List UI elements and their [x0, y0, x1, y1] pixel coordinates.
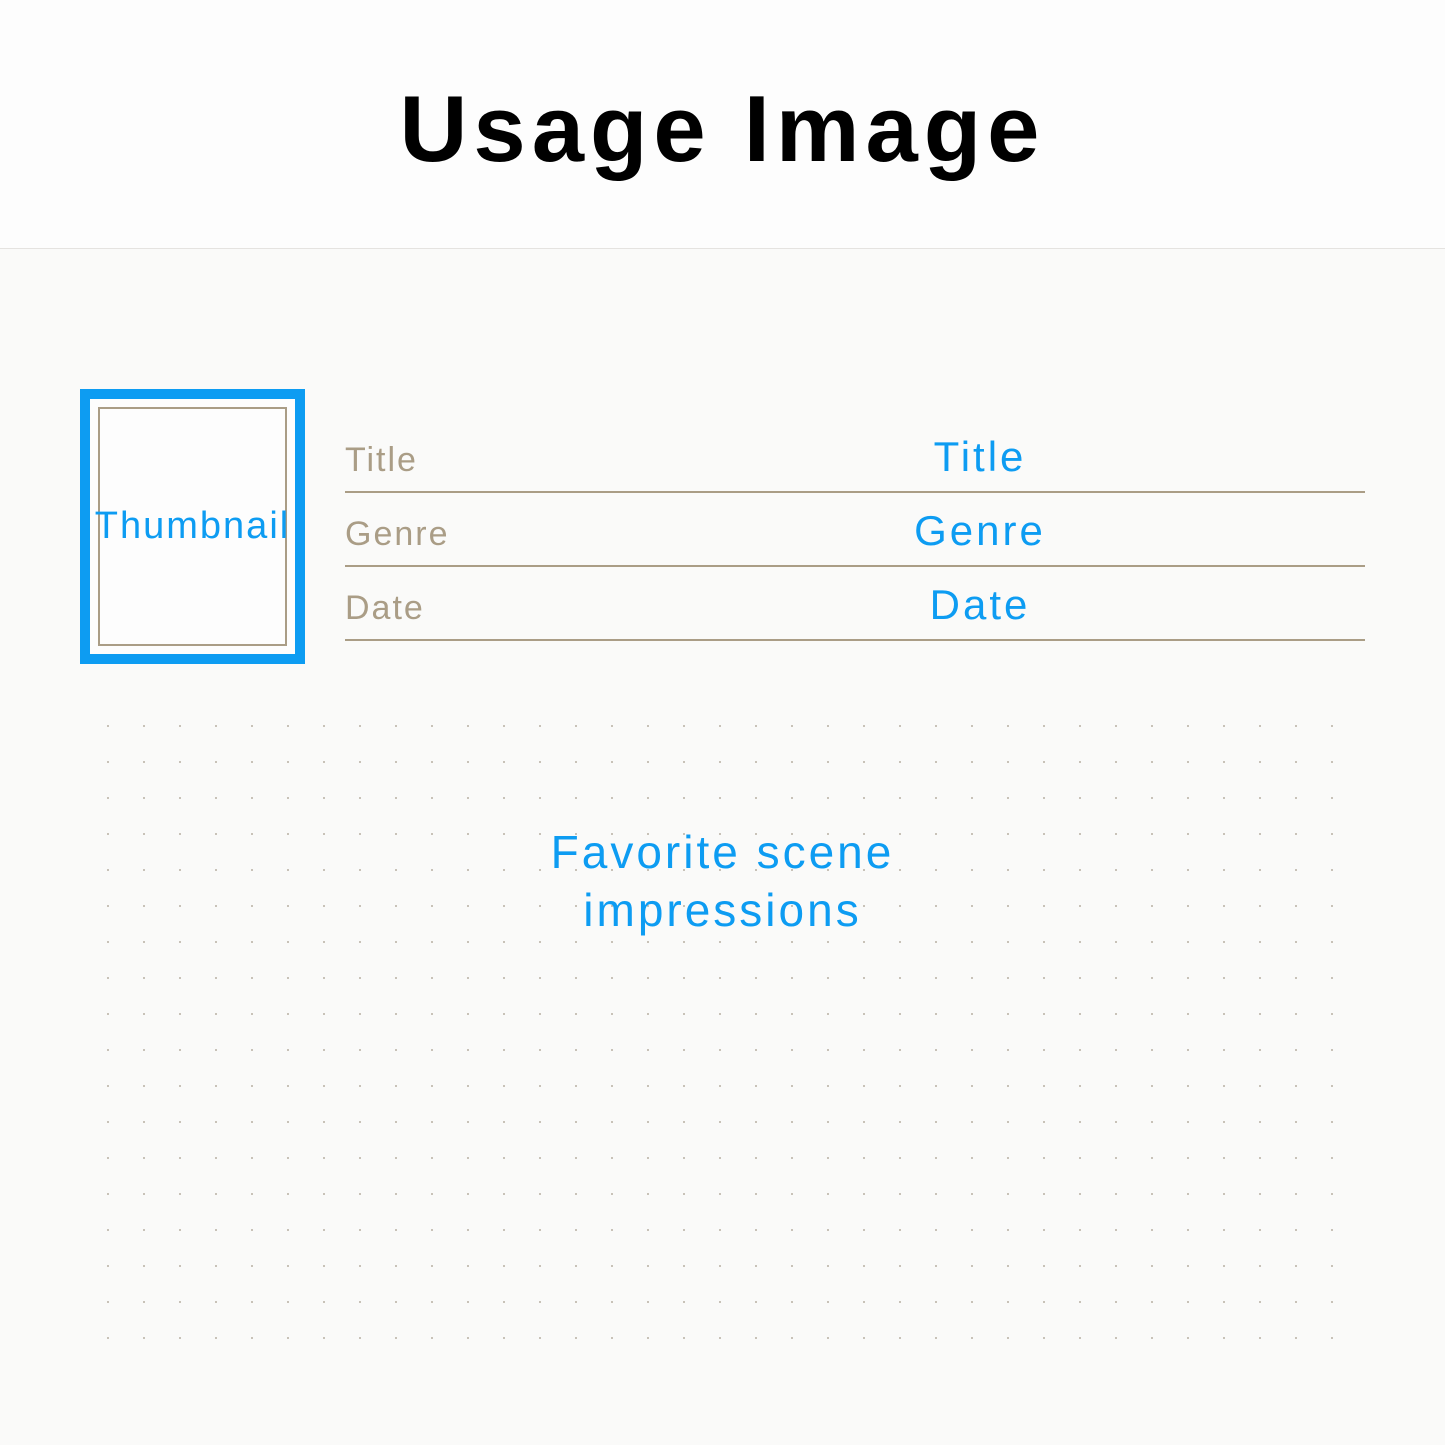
- field-row-title: Title Title: [345, 419, 1365, 493]
- field-label-title: Title: [345, 441, 595, 480]
- header-section: Usage Image: [0, 0, 1445, 249]
- field-value-date[interactable]: Date: [595, 581, 1365, 629]
- field-row-genre: Genre Genre: [345, 493, 1365, 567]
- notes-line-2: impressions: [583, 884, 861, 936]
- field-label-genre: Genre: [345, 515, 595, 554]
- thumbnail-label: Thumbnail: [95, 505, 290, 548]
- notes-line-1: Favorite scene: [551, 826, 895, 878]
- fields-section: Title Title Genre Genre Date Date: [345, 389, 1365, 664]
- field-row-date: Date Date: [345, 567, 1365, 641]
- page-title: Usage Image: [0, 75, 1445, 183]
- field-value-title[interactable]: Title: [595, 433, 1365, 481]
- content-section: Thumbnail Title Title Genre Genre Date D…: [0, 249, 1445, 664]
- field-value-genre[interactable]: Genre: [595, 507, 1365, 555]
- field-label-date: Date: [345, 589, 595, 628]
- notes-section[interactable]: Favorite scene impressions: [80, 724, 1365, 1339]
- thumbnail-placeholder[interactable]: Thumbnail: [80, 389, 305, 664]
- notes-text: Favorite scene impressions: [120, 824, 1325, 939]
